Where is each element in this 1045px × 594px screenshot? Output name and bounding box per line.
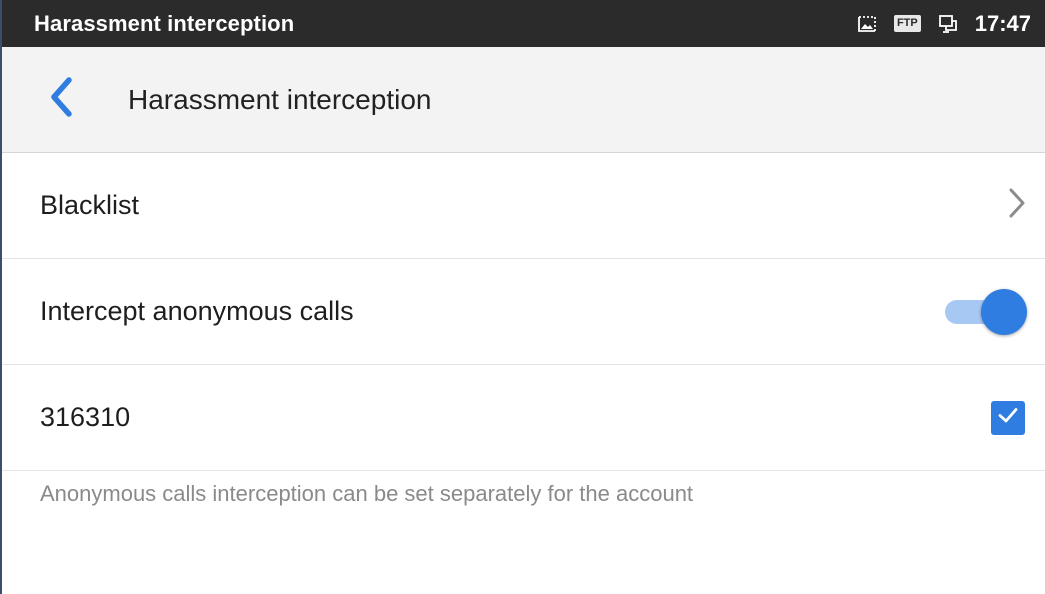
blacklist-row[interactable]: Blacklist xyxy=(2,153,1045,259)
chevron-left-icon xyxy=(47,76,77,123)
hint-text: Anonymous calls interception can be set … xyxy=(40,481,694,506)
chevron-right-icon xyxy=(1005,185,1029,226)
account-row[interactable]: 316310 xyxy=(2,365,1045,471)
screenshot-icon xyxy=(856,13,878,35)
ftp-label: FTP xyxy=(893,15,921,32)
app-bar: Harassment interception xyxy=(2,47,1045,153)
intercept-anonymous-row[interactable]: Intercept anonymous calls xyxy=(2,259,1045,365)
account-label: 316310 xyxy=(40,402,131,432)
account-checkbox[interactable] xyxy=(991,400,1025,435)
blacklist-label: Blacklist xyxy=(40,190,140,220)
intercept-anonymous-toggle[interactable] xyxy=(943,288,1031,336)
checkmark-icon xyxy=(996,403,1020,432)
network-icon xyxy=(937,13,959,35)
intercept-anonymous-label: Intercept anonymous calls xyxy=(40,296,354,326)
status-bar-title: Harassment interception xyxy=(34,10,295,36)
page-title: Harassment interception xyxy=(128,83,432,115)
status-icons: FTP 17:47 xyxy=(856,11,1031,37)
status-time: 17:47 xyxy=(974,10,1031,36)
back-button[interactable] xyxy=(20,47,104,153)
ftp-icon: FTP xyxy=(893,15,921,32)
toggle-knob xyxy=(981,288,1027,335)
status-bar: Harassment interception FTP 17:47 xyxy=(2,0,1045,47)
screen: Harassment interception FTP 17:47 Harass… xyxy=(0,0,1045,594)
